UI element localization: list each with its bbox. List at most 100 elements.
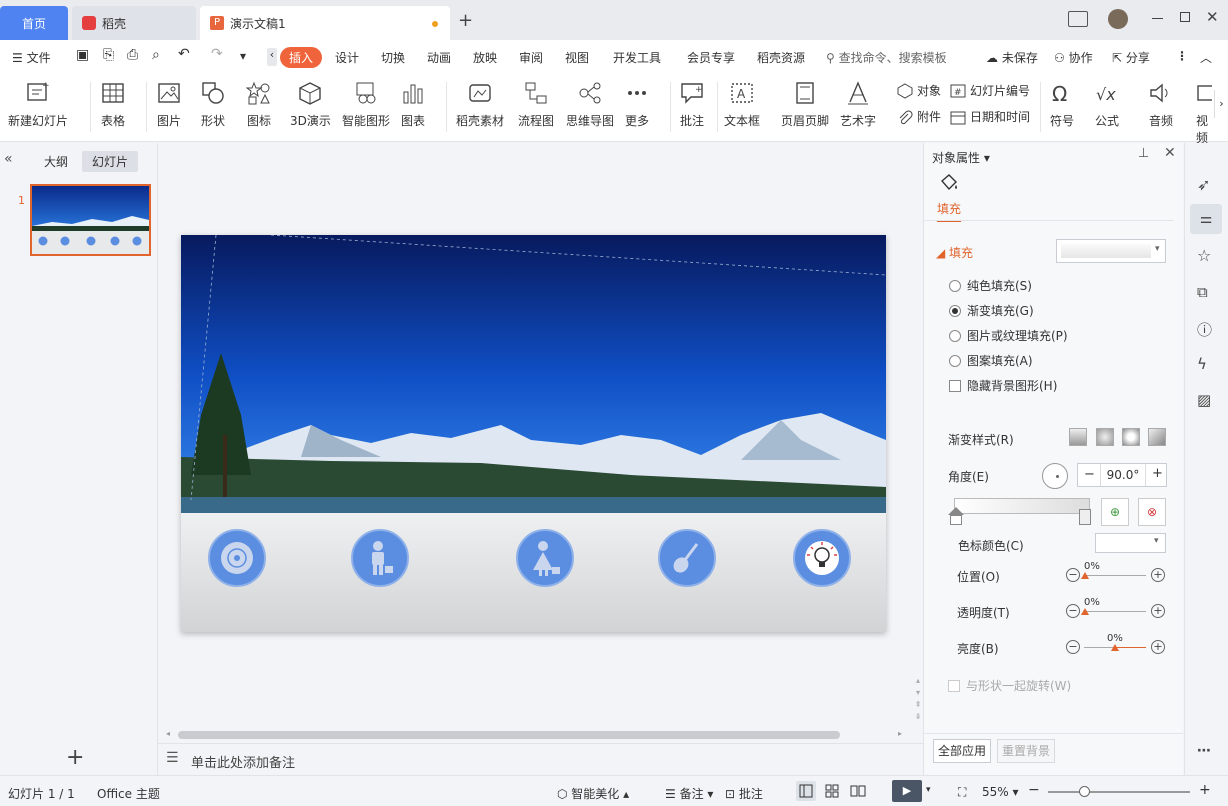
transition-icon[interactable]: ⧉ (1197, 283, 1208, 301)
radio-button[interactable] (949, 279, 961, 292)
mindmap-button[interactable]: 思维导图 (566, 80, 614, 129)
shopping-woman-icon[interactable] (516, 529, 574, 587)
animation-star-icon[interactable]: ☆ (1197, 246, 1211, 265)
notes-toggle-button[interactable]: ☰ 备注 ▾ (665, 785, 713, 802)
collab-button[interactable]: ⚇ 协作 (1054, 49, 1093, 66)
menu-docer-resources[interactable]: 稻壳资源 (757, 49, 805, 66)
tab-outline[interactable]: 大纲 (44, 153, 68, 170)
add-slide-button[interactable]: + (66, 745, 84, 770)
more-menu-icon[interactable]: ⋮ (1176, 49, 1188, 63)
menu-transition[interactable]: 切换 (381, 49, 405, 66)
music-disc-icon[interactable] (208, 529, 266, 587)
3d-presentation-button[interactable]: 3D演示 (290, 80, 331, 129)
ribbon-scroll-right-icon[interactable]: › (1214, 90, 1228, 118)
flowchart-button[interactable]: 流程图 (518, 80, 554, 129)
position-increment[interactable]: + (1151, 568, 1165, 582)
decrement-button[interactable]: − (1084, 467, 1095, 482)
avatar[interactable] (1108, 9, 1128, 29)
formula-button[interactable]: √x 公式 (1094, 80, 1120, 129)
smart-graphic-button[interactable]: 智能图形 (342, 80, 390, 129)
slide-thumbnail[interactable] (30, 184, 151, 256)
gradient-stop-bar[interactable] (954, 498, 1090, 514)
rocket-icon[interactable]: ➶ (1197, 175, 1210, 194)
tab-home[interactable]: 首页 (0, 6, 68, 40)
reset-background-button[interactable]: 重置背景 (997, 739, 1055, 763)
menu-slideshow[interactable]: 放映 (473, 49, 497, 66)
lightbulb-icon[interactable] (793, 529, 851, 587)
object-button[interactable]: 对象 (897, 82, 941, 99)
notes-bar[interactable]: ☰ 单击此处添加备注 (158, 743, 923, 775)
rotate-with-shape-option[interactable]: 与形状一起旋转(W) (948, 677, 1071, 694)
minimize-icon[interactable] (1152, 18, 1163, 19)
radio-button[interactable] (949, 329, 961, 342)
gradient-path-swatch[interactable] (1148, 428, 1166, 446)
video-button[interactable]: 视频 (1196, 80, 1212, 146)
save-icon[interactable]: ▣ (76, 47, 89, 63)
angle-dial[interactable] (1042, 463, 1068, 489)
image-tool-icon[interactable]: ▨ (1197, 391, 1211, 409)
symbol-button[interactable]: Ω 符号 (1049, 80, 1075, 129)
smart-beautify-button[interactable]: ⬡ 智能美化 ▴ (557, 785, 629, 802)
brightness-decrement[interactable]: − (1066, 640, 1080, 654)
scroll-left-icon[interactable]: ◂ (166, 729, 170, 738)
close-window-icon[interactable]: ✕ (1206, 8, 1219, 26)
brightness-increment[interactable]: + (1151, 640, 1165, 654)
datetime-button[interactable]: 日期和时间 (950, 108, 1030, 125)
apply-all-button[interactable]: 全部应用 (933, 739, 991, 763)
lightning-icon[interactable]: ϟ (1197, 355, 1207, 373)
gradient-radial-swatch[interactable] (1096, 428, 1114, 446)
gradient-linear-swatch[interactable] (1069, 428, 1087, 446)
picture-button[interactable]: 图片 (156, 80, 182, 129)
scroll-right-icon[interactable]: ▸ (898, 729, 902, 738)
radio-button-selected[interactable] (949, 304, 961, 317)
position-decrement[interactable]: − (1066, 568, 1080, 582)
print-preview-icon[interactable]: ⌕ (152, 47, 160, 63)
redo-icon[interactable]: ↷ (211, 46, 223, 62)
comment-toggle-button[interactable]: ⊡ 批注 (725, 785, 763, 802)
comment-button[interactable]: + 批注 (679, 80, 705, 129)
slideshow-options-icon[interactable]: ▾ (926, 785, 931, 795)
menu-insert[interactable]: 插入 (280, 47, 323, 68)
add-stop-icon[interactable]: ⊕ (1101, 498, 1129, 526)
position-slider-thumb[interactable] (1081, 572, 1089, 579)
pattern-fill-option[interactable]: 图案填充(A) (949, 352, 1033, 369)
textbox-button[interactable]: A 文本框 (724, 80, 760, 129)
gradient-stop-left[interactable] (950, 515, 962, 525)
slide-sorter-icon[interactable] (822, 781, 842, 801)
tab-document[interactable]: P 演示文稿1 (200, 6, 450, 40)
angle-value[interactable]: 90.0° (1100, 464, 1146, 486)
pin-icon[interactable]: ⊥ (1138, 146, 1149, 161)
guitar-icon[interactable] (658, 529, 716, 587)
angle-stepper[interactable]: − 90.0° + (1077, 463, 1167, 487)
fill-color-dropdown[interactable]: ▾ (1056, 239, 1166, 263)
window-layout-icon[interactable] (1068, 11, 1088, 27)
command-search[interactable]: ⚲ 查找命令、搜索模板 (826, 49, 947, 66)
properties-sliders-icon[interactable]: ⚌ (1190, 204, 1222, 234)
new-tab-button[interactable]: + (458, 10, 473, 31)
play-slideshow-button[interactable]: ▶ (892, 780, 922, 802)
zoom-in-button[interactable]: + (1199, 782, 1211, 798)
menu-member[interactable]: 会员专享 (687, 49, 735, 66)
zoom-slider[interactable] (1048, 791, 1190, 793)
undo-icon[interactable]: ↶ (178, 46, 190, 62)
tab-slides[interactable]: 幻灯片 (82, 151, 139, 172)
gradient-fill-option[interactable]: 渐变填充(G) (949, 302, 1034, 319)
picture-fill-option[interactable]: 图片或纹理填充(P) (949, 327, 1068, 344)
fill-bucket-icon[interactable] (938, 173, 960, 193)
position-slider[interactable] (1084, 575, 1146, 576)
tab-fill[interactable]: 填充 (937, 200, 962, 222)
solid-fill-option[interactable]: 纯色填充(S) (949, 277, 1032, 294)
collapse-panel-icon[interactable]: « (4, 151, 13, 167)
slide-number-button[interactable]: # 幻灯片编号 (950, 82, 1030, 99)
ribbon-scroll-left-icon[interactable]: ‹ (267, 48, 277, 66)
checkbox[interactable] (949, 379, 961, 392)
unsaved-button[interactable]: ☁ 未保存 (986, 49, 1038, 66)
file-menu[interactable]: ☰ 文件 (12, 49, 51, 66)
table-button[interactable]: 表格 (100, 80, 126, 129)
attachment-button[interactable]: 附件 (897, 108, 941, 125)
remove-stop-icon[interactable]: ⊗ (1138, 498, 1166, 526)
checkbox[interactable] (948, 679, 960, 692)
transparency-increment[interactable]: + (1151, 604, 1165, 618)
collapse-ribbon-icon[interactable]: ︿ (1200, 49, 1212, 66)
slide[interactable] (181, 235, 886, 632)
